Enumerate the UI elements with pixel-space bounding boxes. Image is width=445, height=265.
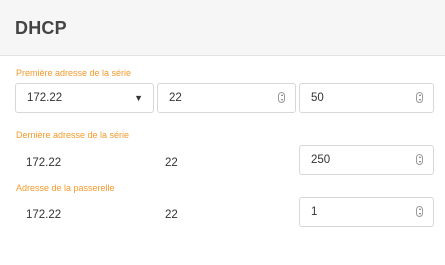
last-address-octet4-field[interactable]: 250 <box>299 145 434 175</box>
first-address-octet3-field[interactable]: 22 <box>157 83 296 113</box>
last-address-octet4-value: 250 <box>311 154 331 166</box>
gateway-prefix-text: 172.22 <box>26 209 62 221</box>
last-address-octet3-text: 22 <box>165 157 178 169</box>
gateway-address-label: Adresse de la passerelle <box>16 183 115 193</box>
first-address-prefix-select[interactable]: 172.22 ▼ <box>15 83 154 113</box>
panel-title: DHCP <box>15 18 67 38</box>
first-address-octet4-field[interactable]: 50 <box>299 83 434 113</box>
first-address-prefix-value: 172.22 <box>27 92 63 104</box>
gateway-octet4-field[interactable]: 1 <box>299 197 434 227</box>
first-address-label: Première adresse de la série <box>16 68 132 78</box>
first-address-octet3-value: 22 <box>169 92 182 104</box>
first-address-octet4-value: 50 <box>311 92 324 104</box>
spinner-arrows-icon[interactable] <box>416 206 423 217</box>
spinner-arrows-icon[interactable] <box>278 92 285 103</box>
panel-header: DHCP <box>0 0 445 56</box>
gateway-octet4-value: 1 <box>311 206 318 218</box>
caret-down-icon: ▼ <box>134 93 143 103</box>
spinner-arrows-icon[interactable] <box>416 154 423 165</box>
gateway-octet3-text: 22 <box>165 209 178 221</box>
last-address-prefix-text: 172.22 <box>26 157 62 169</box>
last-address-label: Dernière adresse de la série <box>16 130 130 140</box>
spinner-arrows-icon[interactable] <box>416 92 423 103</box>
dhcp-panel: DHCP Première adresse de la série 172.22… <box>0 0 445 265</box>
